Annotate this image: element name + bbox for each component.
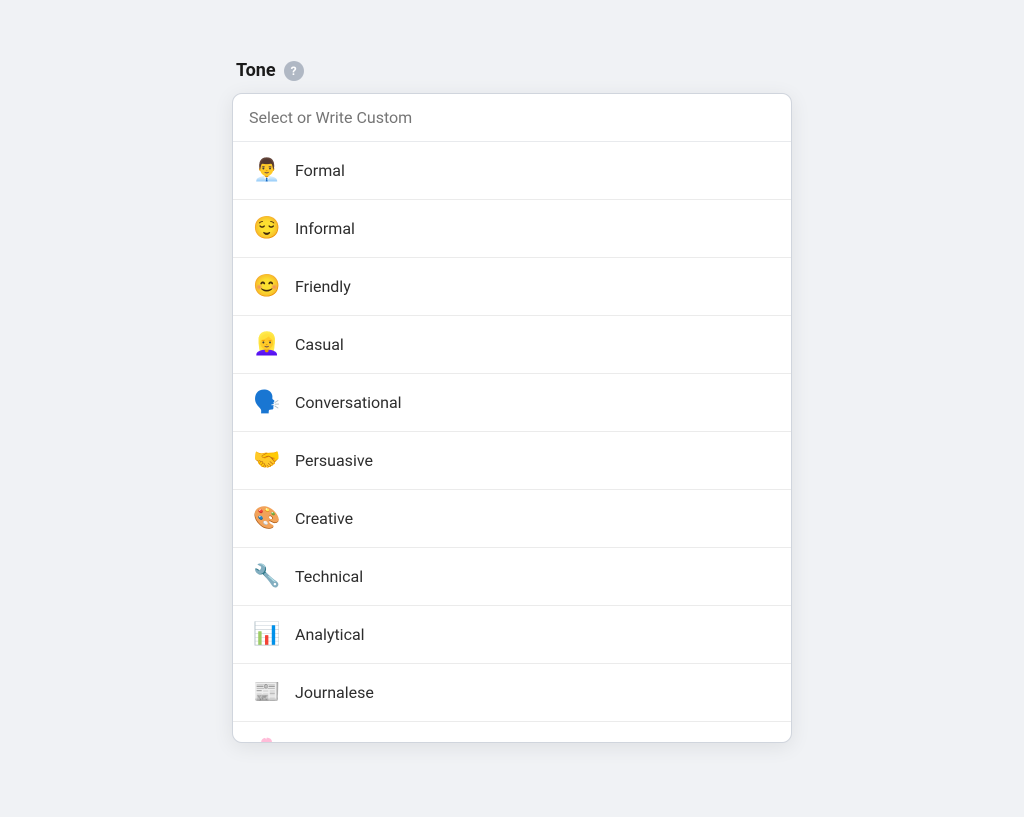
tone-option-informal[interactable]: 😌 Informal: [233, 200, 791, 258]
journalese-emoji: 📰: [253, 680, 281, 705]
creative-label: Creative: [295, 509, 353, 528]
poetic-label: Poetic: [295, 741, 340, 742]
help-icon[interactable]: ?: [284, 61, 304, 81]
informal-emoji: 😌: [253, 216, 281, 241]
friendly-label: Friendly: [295, 277, 351, 296]
tone-label-row: Tone ?: [232, 60, 792, 81]
formal-emoji: 👨‍💼: [253, 158, 281, 183]
poetic-emoji: 🌸: [253, 738, 281, 742]
conversational-emoji: 🗣️: [253, 390, 281, 415]
technical-label: Technical: [295, 567, 363, 586]
analytical-label: Analytical: [295, 625, 365, 644]
tone-option-conversational[interactable]: 🗣️ Conversational: [233, 374, 791, 432]
tone-option-friendly[interactable]: 😊 Friendly: [233, 258, 791, 316]
casual-emoji: 👱‍♀️: [253, 332, 281, 357]
tone-option-journalese[interactable]: 📰 Journalese: [233, 664, 791, 722]
analytical-emoji: 📊: [253, 622, 281, 647]
technical-emoji: 🔧: [253, 564, 281, 589]
tone-option-technical[interactable]: 🔧 Technical: [233, 548, 791, 606]
tone-dropdown: 👨‍💼 Formal 😌 Informal 😊 Friendly 👱‍♀️ Casual 🗣️ C…: [232, 93, 792, 743]
persuasive-label: Persuasive: [295, 451, 373, 470]
search-container: [233, 94, 791, 142]
persuasive-emoji: 🤝: [253, 448, 281, 473]
friendly-emoji: 😊: [253, 274, 281, 299]
tone-heading: Tone: [236, 60, 276, 81]
casual-label: Casual: [295, 335, 344, 354]
tone-option-creative[interactable]: 🎨 Creative: [233, 490, 791, 548]
tone-option-casual[interactable]: 👱‍♀️ Casual: [233, 316, 791, 374]
tone-options-list: 👨‍💼 Formal 😌 Informal 😊 Friendly 👱‍♀️ Casual 🗣️ C…: [233, 142, 791, 742]
conversational-label: Conversational: [295, 393, 402, 412]
formal-label: Formal: [295, 161, 345, 180]
tone-search-input[interactable]: [249, 108, 775, 127]
tone-option-persuasive[interactable]: 🤝 Persuasive: [233, 432, 791, 490]
tone-option-formal[interactable]: 👨‍💼 Formal: [233, 142, 791, 200]
journalese-label: Journalese: [295, 683, 374, 702]
tone-selector-container: Tone ? 👨‍💼 Formal 😌 Informal 😊 Friendly 👱‍♀️ Ca…: [232, 40, 792, 763]
creative-emoji: 🎨: [253, 506, 281, 531]
tone-option-analytical[interactable]: 📊 Analytical: [233, 606, 791, 664]
tone-option-poetic[interactable]: 🌸 Poetic: [233, 722, 791, 742]
informal-label: Informal: [295, 219, 355, 238]
